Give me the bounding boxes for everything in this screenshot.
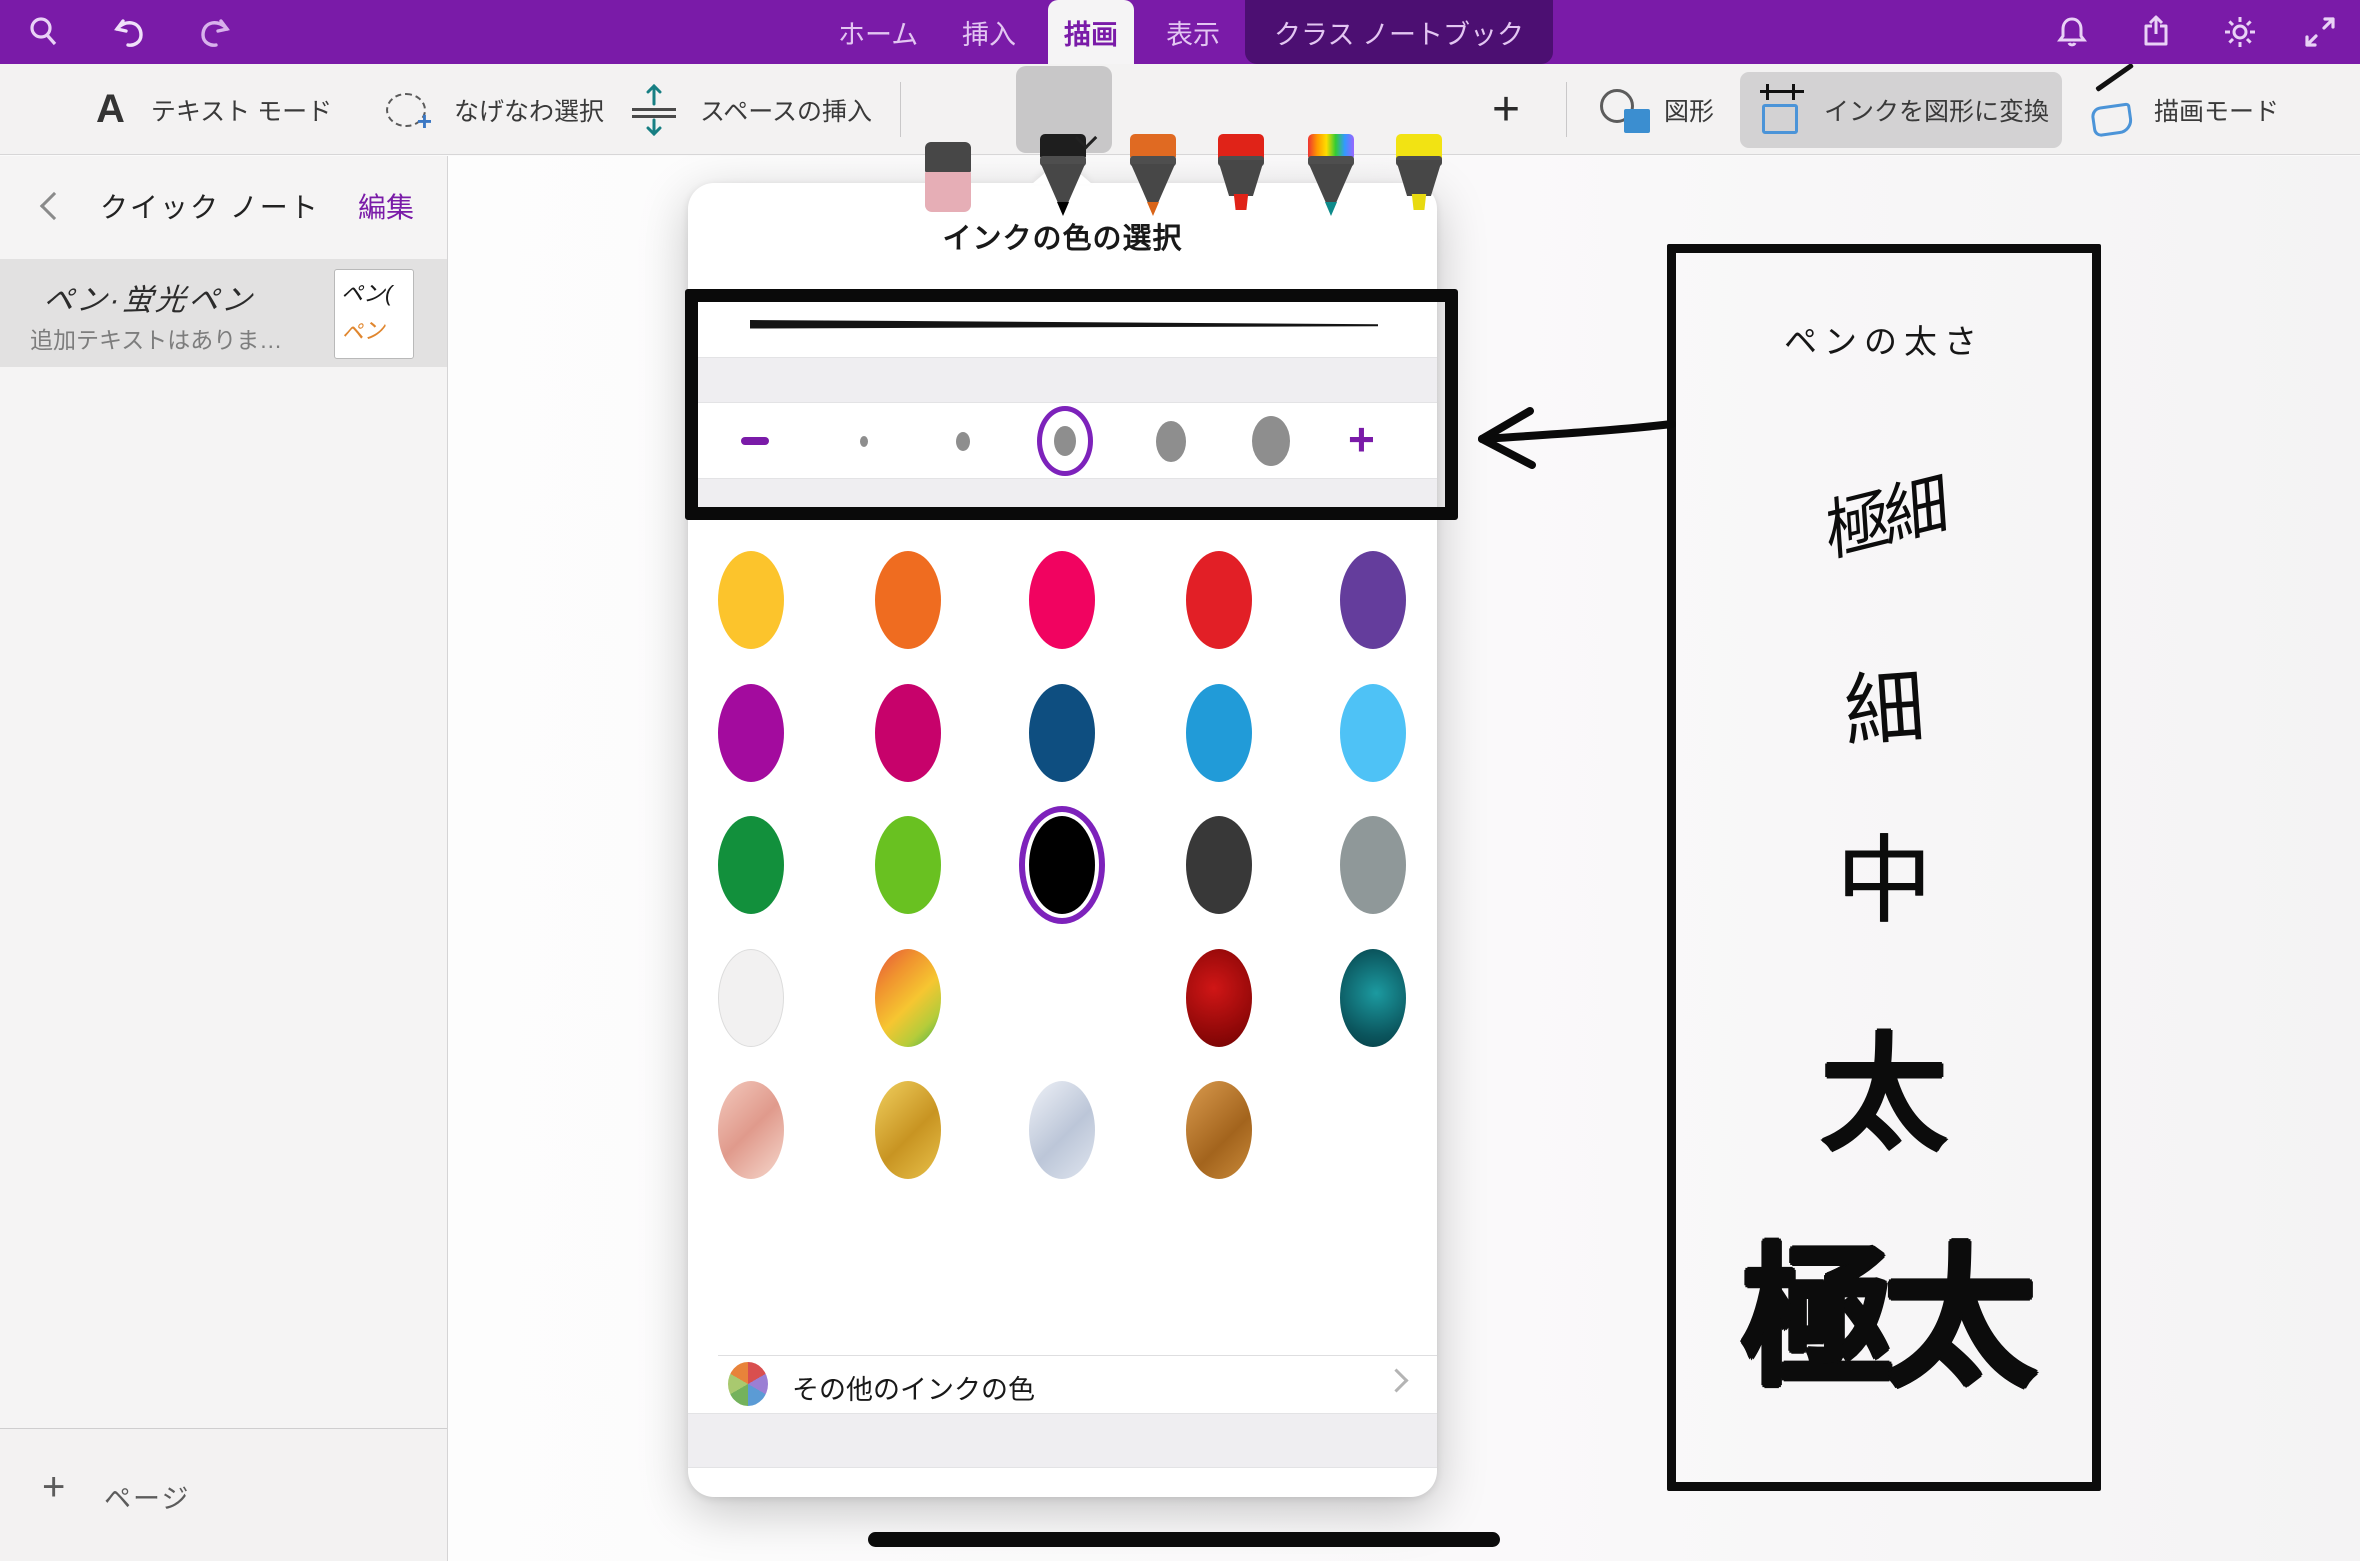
- color-swatch-red-lava[interactable]: [1186, 949, 1252, 1047]
- redo-icon[interactable]: [192, 10, 236, 54]
- color-swatch-navy[interactable]: [1029, 684, 1095, 782]
- color-swatch-raspberry[interactable]: [875, 684, 941, 782]
- color-swatch-yellow[interactable]: [718, 551, 784, 649]
- search-icon[interactable]: [22, 10, 66, 54]
- gear-icon[interactable]: [2218, 10, 2262, 54]
- color-swatch-gold[interactable]: [875, 1081, 941, 1179]
- tab-class-notebook[interactable]: クラス ノートブック: [1245, 0, 1553, 64]
- color-swatch-orange[interactable]: [875, 551, 941, 649]
- notebook-title: クイック ノート: [100, 186, 320, 226]
- shapes-button[interactable]: 図形: [1600, 64, 1714, 155]
- color-swatch-silver[interactable]: [1029, 1081, 1095, 1179]
- tab-draw[interactable]: 描画: [1048, 0, 1134, 64]
- tab-insert[interactable]: 挿入: [948, 0, 1030, 64]
- text-mode-icon: A: [96, 87, 125, 132]
- thickness-sample-1: 細: [1672, 631, 2095, 776]
- lasso-select-button[interactable]: なげなわ選択: [386, 64, 604, 155]
- color-swatch-white[interactable]: [718, 949, 784, 1047]
- color-swatch-gold-glitter[interactable]: [875, 949, 941, 1047]
- add-pen-button[interactable]: +: [1492, 64, 1520, 155]
- size-increase-button[interactable]: +: [1348, 412, 1375, 466]
- color-swatch-gray[interactable]: [1340, 816, 1406, 914]
- size-dot-4[interactable]: [1156, 421, 1186, 462]
- color-swatch-pink[interactable]: [1029, 551, 1095, 649]
- ink-to-shape-button[interactable]: インクを図形に変換: [1740, 72, 2062, 148]
- more-ink-colors-row[interactable]: その他のインクの色: [688, 1356, 1437, 1412]
- expand-icon[interactable]: [2298, 10, 2342, 54]
- bell-icon[interactable]: [2050, 10, 2094, 54]
- thickness-sample-0: 極細: [1679, 414, 2089, 612]
- color-swatch-blue[interactable]: [1186, 684, 1252, 782]
- home-indicator-ink-stroke: [868, 1532, 1500, 1547]
- popup-title: インクの色の選択: [688, 215, 1437, 257]
- plus-icon: +: [42, 1465, 65, 1510]
- size-dot-1[interactable]: [860, 436, 868, 447]
- color-swatch-magenta[interactable]: [718, 684, 784, 782]
- color-swatch-copper[interactable]: [1186, 1081, 1252, 1179]
- page-item-subtitle: 追加テキストはありま…: [30, 321, 282, 355]
- size-dot-3[interactable]: [1054, 426, 1076, 456]
- draw-toolbar: A テキスト モード なげなわ選択 スペースの挿入 + 図形: [0, 64, 2360, 155]
- page-item-title: ペン·蛍光ペン: [42, 275, 258, 319]
- thickness-sample-4: 極太: [1676, 1195, 2092, 1415]
- size-dot-2[interactable]: [956, 432, 970, 451]
- onenote-app: ホーム 挿入 描画 表示 クラス ノートブック A テキスト モード: [0, 0, 2360, 1561]
- undo-icon[interactable]: [108, 10, 152, 54]
- color-wheel-icon: [728, 1362, 768, 1406]
- draw-mode-button[interactable]: 描画モード: [2090, 64, 2279, 155]
- page-sidebar: クイック ノート 編集 ペン·蛍光ペン 追加テキストはありま… ペン( ペン +…: [0, 156, 448, 1561]
- pen-size-box-title: ペンの太さ: [1676, 315, 2092, 363]
- edit-button[interactable]: 編集: [358, 186, 414, 226]
- color-swatch-black[interactable]: [1029, 816, 1095, 914]
- page-thumbnail: ペン( ペン: [334, 269, 414, 359]
- color-swatch-green[interactable]: [718, 816, 784, 914]
- shapes-icon: [1600, 87, 1650, 133]
- color-swatch-rose-gold[interactable]: [718, 1081, 784, 1179]
- color-swatch-red[interactable]: [1186, 551, 1252, 649]
- thickness-sample-3: 太: [1676, 993, 2092, 1175]
- tab-home[interactable]: ホーム: [824, 0, 932, 64]
- color-swatch-lime[interactable]: [875, 816, 941, 914]
- add-page-button[interactable]: + ページ: [0, 1429, 447, 1561]
- thickness-sample-2: 中: [1676, 803, 2092, 942]
- lasso-icon: [386, 93, 426, 127]
- ink-color-popup: インクの色の選択 + その他のインクの色: [688, 183, 1437, 1497]
- chevron-right-icon: [1384, 1368, 1408, 1392]
- pen-size-annotation-box: ペンの太さ 極細細中太極太: [1667, 244, 2101, 1491]
- top-bar: ホーム 挿入 描画 表示 クラス ノートブック: [0, 0, 2360, 64]
- color-swatch-ocean-teal[interactable]: [1340, 949, 1406, 1047]
- draw-mode-icon: [2090, 85, 2142, 135]
- text-mode-button[interactable]: A テキスト モード: [96, 64, 332, 155]
- stroke-preview: [750, 315, 1378, 335]
- size-dot-5[interactable]: [1252, 416, 1290, 466]
- tab-view[interactable]: 表示: [1152, 0, 1234, 64]
- thickness-selector: +: [688, 404, 1437, 478]
- color-swatch-sky-blue[interactable]: [1340, 684, 1406, 782]
- color-swatch-galaxy[interactable]: [1029, 949, 1095, 1047]
- insert-space-button[interactable]: スペースの挿入: [632, 64, 872, 155]
- size-decrease-button[interactable]: [741, 437, 769, 445]
- page-list-item[interactable]: ペン·蛍光ペン 追加テキストはありま… ペン( ペン: [0, 259, 447, 367]
- insert-space-icon: [632, 84, 676, 136]
- color-swatch-dark-gray[interactable]: [1186, 816, 1252, 914]
- share-icon[interactable]: [2134, 10, 2178, 54]
- ink-to-shape-icon: [1758, 84, 1810, 136]
- back-chevron-icon[interactable]: [40, 192, 68, 220]
- color-swatch-purple[interactable]: [1340, 551, 1406, 649]
